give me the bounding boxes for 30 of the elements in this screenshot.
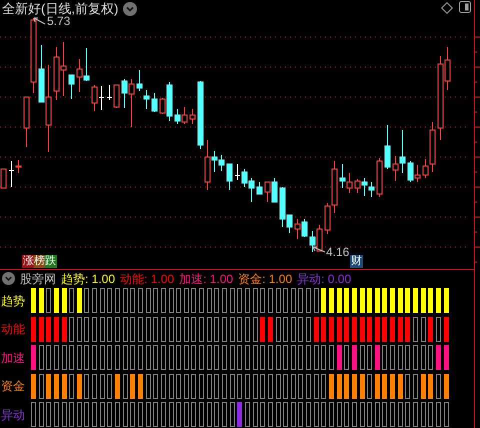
chart-title: 全新好(日线,前复权) [2,1,118,16]
finance-badge[interactable]: 财 [350,255,363,268]
candle [190,108,196,124]
candle [226,164,232,190]
legend-value: 资金: 1.00 [238,272,292,286]
candle [376,158,382,198]
candle [256,182,262,194]
high-price-label: 5.73 [47,14,70,28]
panel-toggle-icon[interactable] [459,1,471,13]
candle [24,96,30,148]
arrow-icon [33,17,46,25]
row-label: 趋势 [0,294,26,308]
row-label: 动能 [0,322,26,336]
arrow-icon [312,246,326,254]
candle [152,92,158,112]
legend-value: 异动: 0.00 [297,272,352,286]
row-label: 加速 [0,350,26,364]
diamond-icon[interactable] [441,2,453,14]
row-label: 异动 [0,408,26,422]
legend-value: 趋势: 1.00 [61,272,116,286]
row-label: 资金 [0,379,26,393]
candle [384,124,390,170]
low-price-label: 4.16 [326,245,350,259]
legend-value: 加速: 1.00 [179,272,234,286]
dropdown-icon[interactable] [123,2,138,16]
indicator-name: 股旁网 [20,272,56,286]
dropdown-icon[interactable] [2,272,15,285]
legend-value: 动能: 1.00 [120,272,174,286]
rank-badge[interactable]: 涨榜跌 [22,255,57,268]
candle [68,74,74,100]
